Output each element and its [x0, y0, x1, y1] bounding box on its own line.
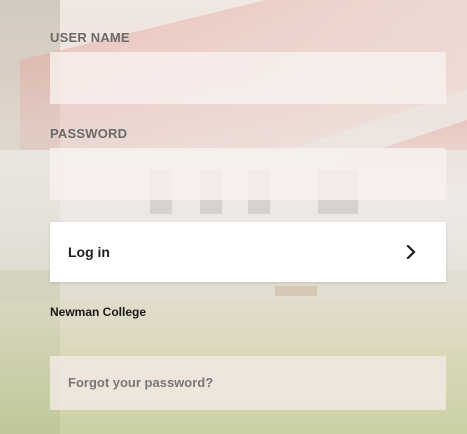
organization-name: Newman College [50, 305, 147, 319]
password-label: PASSWORD [50, 126, 128, 141]
username-input[interactable] [50, 52, 446, 104]
forgot-password-label: Forgot your password? [68, 375, 214, 390]
forgot-password-button[interactable]: Forgot your password? [50, 356, 446, 410]
chevron-right-icon [406, 245, 416, 259]
login-screen: USER NAME PASSWORD Log in Newman College… [0, 0, 467, 434]
username-label: USER NAME [50, 30, 130, 45]
login-button[interactable]: Log in [50, 222, 446, 282]
login-button-label: Log in [68, 244, 110, 260]
password-input[interactable] [50, 148, 446, 200]
